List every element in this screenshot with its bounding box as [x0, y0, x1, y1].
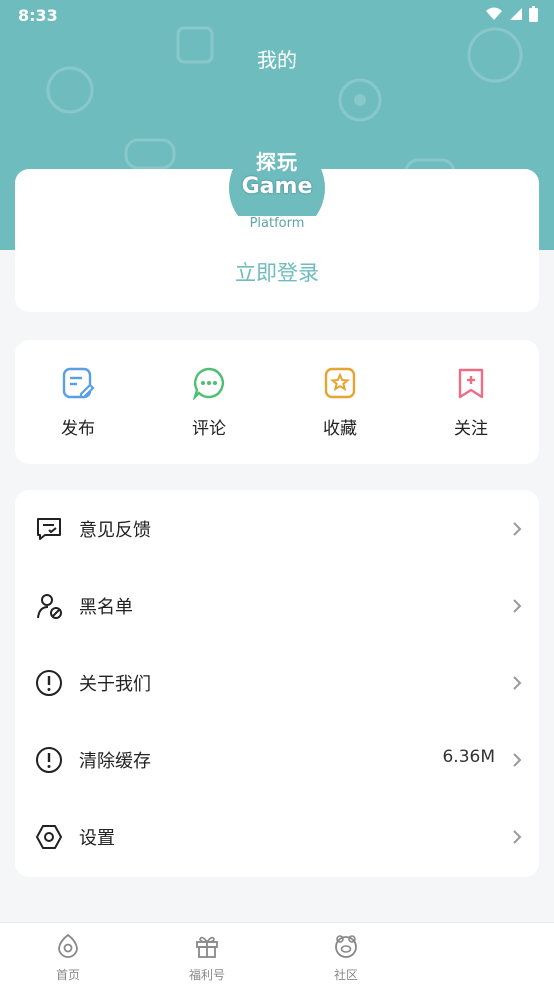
blacklist-user-icon — [37, 594, 62, 619]
action-label: 评论 — [192, 419, 226, 439]
page-title: 我的 — [257, 48, 297, 72]
actions-card: 发布 评论 收藏 关注 — [15, 340, 539, 464]
bookmark-plus-icon — [458, 368, 484, 399]
tab-label: 福利号 — [188, 968, 225, 982]
menu-label: 清除缓存 — [79, 751, 151, 772]
game-doodle-icon — [338, 78, 382, 122]
menu-item-about[interactable]: 关于我们 — [15, 644, 539, 721]
chevron-right-icon — [513, 599, 522, 613]
cache-size: 6.36M — [442, 747, 495, 767]
action-label: 关注 — [454, 419, 488, 439]
comment-icon — [192, 367, 224, 402]
menu-label: 关于我们 — [79, 674, 151, 695]
login-button[interactable]: 立即登录 — [0, 257, 554, 287]
gift-icon — [196, 936, 218, 958]
status-bar: 8:33 — [0, 0, 554, 32]
menu-item-blacklist[interactable]: 黑名单 — [15, 567, 539, 644]
tab-label: 首页 — [55, 968, 80, 982]
action-label: 收藏 — [323, 419, 357, 439]
logo-text-game: Game — [241, 174, 313, 199]
tab-label: 社区 — [333, 968, 358, 982]
status-icons — [485, 6, 538, 22]
star-icon — [324, 367, 356, 399]
menu-item-clear-cache[interactable]: 清除缓存 6.36M — [15, 721, 539, 798]
logo-subtitle: Platform — [229, 216, 325, 236]
tab-welfare[interactable]: 福利号 — [167, 933, 247, 983]
action-favorite[interactable]: 收藏 — [300, 366, 380, 439]
status-time: 8:33 — [18, 6, 58, 25]
action-label: 发布 — [61, 419, 95, 439]
settings-icon — [36, 825, 62, 849]
community-icon — [335, 935, 357, 958]
menu-item-feedback[interactable]: 意见反馈 — [15, 490, 539, 567]
action-follow[interactable]: 关注 — [431, 366, 511, 439]
chevron-right-icon — [513, 522, 522, 536]
tab-community[interactable]: 社区 — [306, 933, 386, 983]
action-publish[interactable]: 发布 — [38, 366, 118, 439]
wifi-icon — [486, 7, 502, 20]
logo-text-cn: 探玩 — [256, 150, 298, 174]
menu-item-settings[interactable]: 设置 — [15, 798, 539, 875]
tab-home[interactable]: 首页 — [28, 933, 108, 983]
chevron-right-icon — [513, 830, 522, 844]
action-comment[interactable]: 评论 — [169, 366, 249, 439]
battery-icon — [529, 6, 538, 22]
menu-label: 黑名单 — [79, 597, 133, 618]
info-icon — [36, 747, 62, 773]
chevron-right-icon — [513, 753, 522, 767]
signal-icon — [510, 8, 522, 20]
info-icon — [36, 670, 62, 696]
home-icon — [58, 933, 78, 958]
chevron-right-icon — [513, 676, 522, 690]
menu-label: 意见反馈 — [79, 520, 151, 541]
feedback-icon — [37, 518, 61, 540]
edit-icon — [62, 367, 95, 399]
bottom-tab-bar: 首页 福利号 社区 — [0, 922, 554, 985]
menu-label: 设置 — [79, 828, 115, 849]
menu-card: 意见反馈 黑名单 关于我们 清除缓存 6.36M 设置 — [15, 490, 539, 877]
